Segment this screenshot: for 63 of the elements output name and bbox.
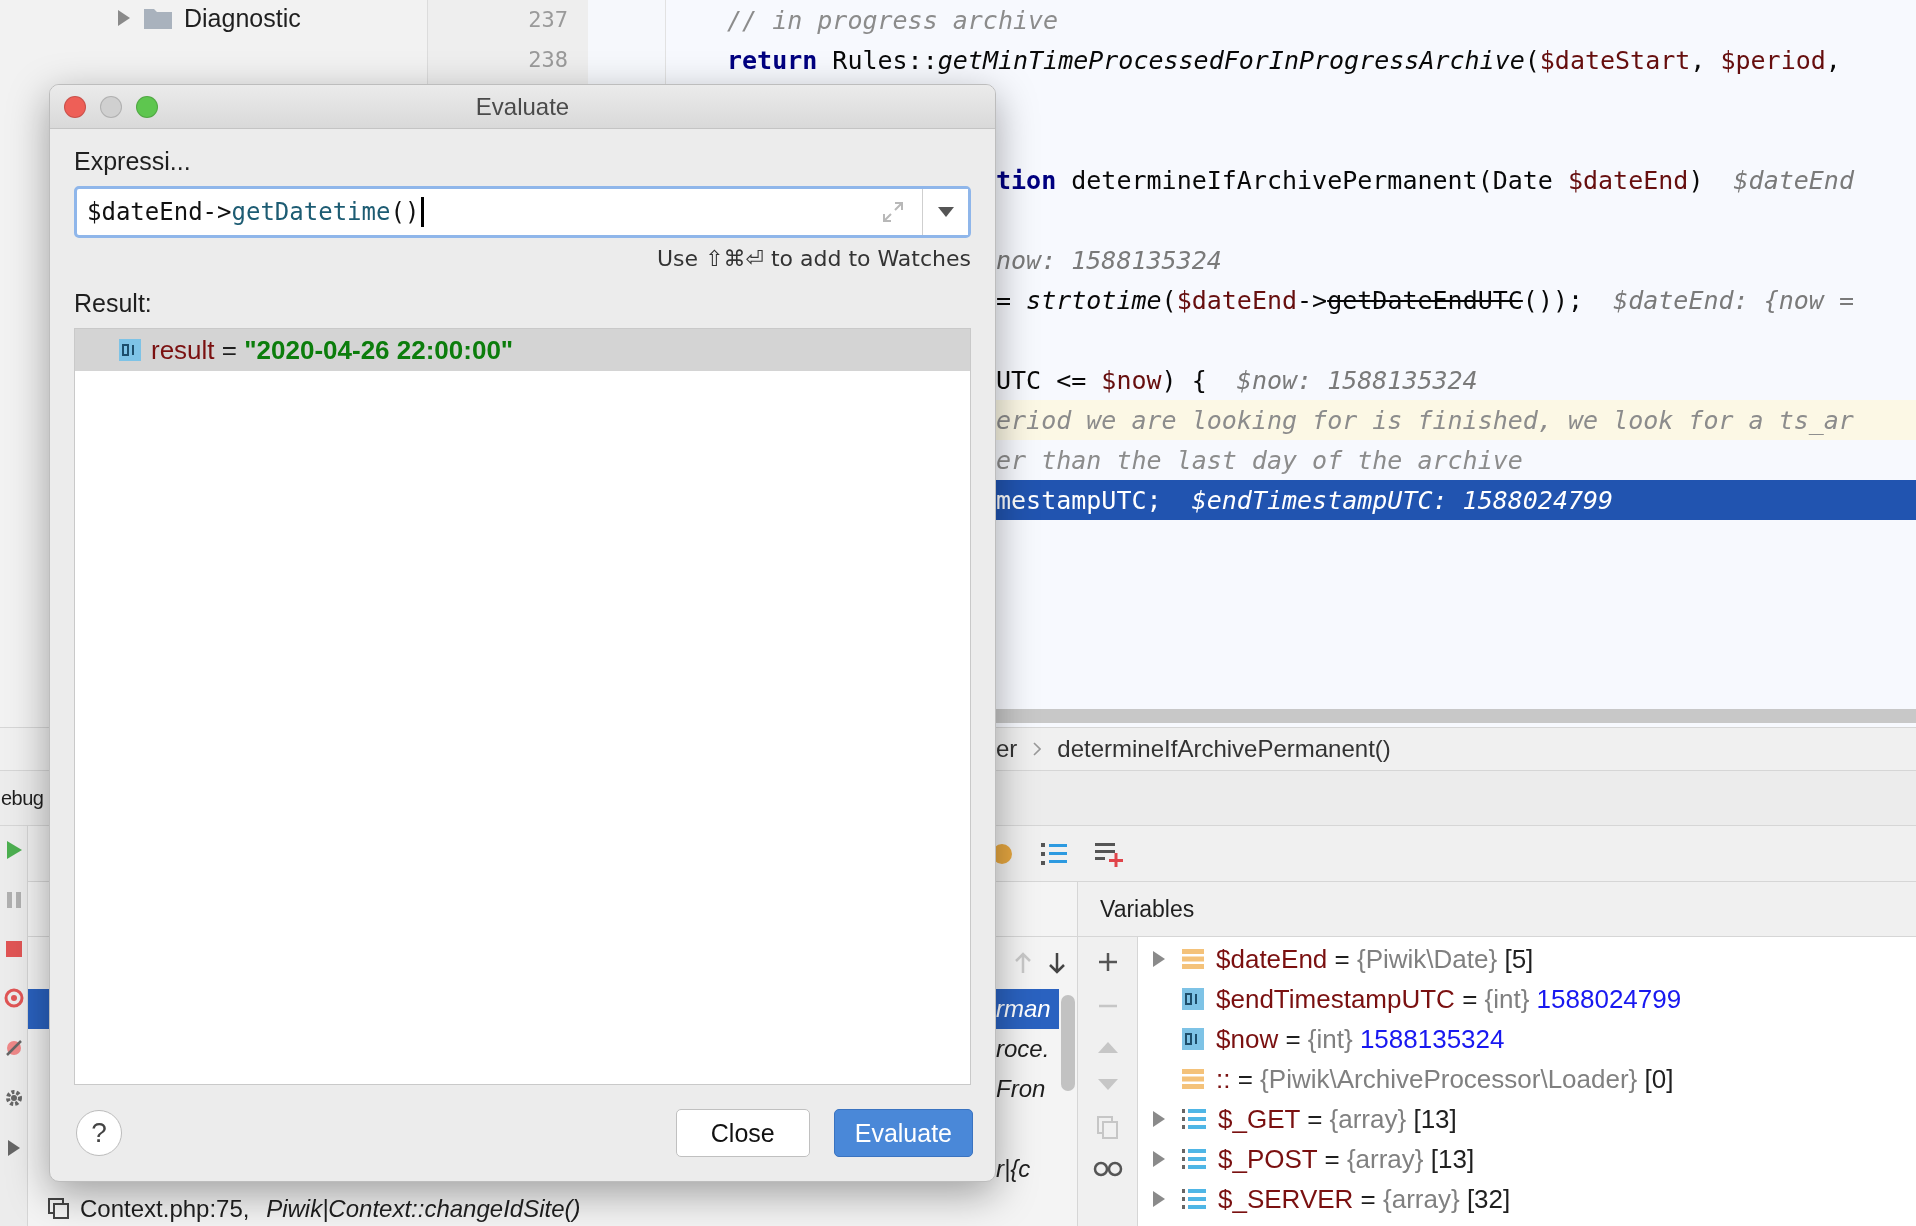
breakpoints-icon[interactable] — [3, 988, 24, 1008]
variable-entry[interactable]: $_GET = {array} [13] — [1218, 1103, 1457, 1135]
settings-icon[interactable] — [3, 1088, 24, 1108]
result-label: Result: — [74, 289, 153, 318]
expand-icon[interactable] — [882, 201, 904, 223]
code-line: tion determineIfArchivePermanent(Date $dateEnd) $dateEnd — [996, 165, 1854, 195]
result-row[interactable]: result = "2020-04-26 22:00:00" — [75, 329, 970, 371]
line-number: 238 — [527, 46, 568, 74]
collapsed-arrow-icon[interactable] — [1151, 1109, 1167, 1129]
tree-item[interactable]: Diagnostic — [184, 3, 301, 33]
tool-window-title: ebug — [1, 786, 44, 810]
collapsed-arrow-icon[interactable] — [1151, 1149, 1167, 1169]
collapsed-arrow-icon[interactable] — [1151, 949, 1167, 969]
primary-button[interactable]: Evaluate — [833, 1109, 973, 1157]
add-icon[interactable] — [1096, 951, 1119, 973]
down-arrow-icon[interactable] — [1047, 951, 1067, 975]
close-window-button[interactable] — [64, 96, 86, 118]
code-line: now: 1588135324 — [996, 245, 1222, 275]
breadcrumb-item[interactable]: er — [996, 735, 1018, 763]
help-button[interactable]: ? — [76, 1110, 122, 1156]
collapsed-arrow-icon[interactable] — [116, 9, 132, 27]
frame-icon — [48, 1198, 70, 1220]
array-type-icon — [1182, 1187, 1206, 1211]
resume-icon[interactable] — [4, 840, 23, 860]
code-line: return Rules::getMinTimeProcessedForInProgressArchive($dateStart, $period, — [727, 45, 1841, 75]
secondary-button[interactable]: Close — [675, 1109, 810, 1157]
code-line: // in progress archive — [727, 5, 1059, 35]
code-line: UTC <= $now) { $now: 1588135324 — [996, 365, 1478, 395]
object-type-icon — [1182, 1068, 1204, 1090]
code-line: mestampUTC; $endTimestampUTC: 1588024799 — [996, 485, 1614, 515]
code-line: er than the last day of the archive — [996, 445, 1523, 475]
variable-entry[interactable]: $now = {int} 1588135324 — [1216, 1023, 1505, 1055]
line-number: 237 — [527, 6, 568, 34]
stop-icon[interactable] — [4, 940, 23, 958]
object-type-icon — [1182, 948, 1204, 970]
code-line: eriod we are looking for is finished, we look for a ts_ar — [996, 405, 1854, 435]
variable-entry[interactable]: :: = {Piwik\ArchiveProcessor\Loader} [0] — [1216, 1063, 1674, 1095]
caret-icon — [937, 207, 954, 217]
int-type-icon — [1182, 1028, 1204, 1050]
shortcut-hint: Use ⇧⌘⏎ to add to Watches — [657, 246, 971, 271]
variable-entry[interactable]: $dateEnd = {Piwik\Date} [5] — [1216, 943, 1534, 975]
pause-icon[interactable] — [4, 890, 23, 910]
panel-title: Variables — [1100, 895, 1195, 923]
stack-frame[interactable]: Context.php:75, Piwik|Context::changeIdSite() — [28, 1189, 1059, 1226]
array-type-icon — [1182, 1147, 1206, 1171]
variable-entry[interactable]: $_POST = {array} [13] — [1218, 1143, 1475, 1175]
folder-icon — [144, 7, 172, 29]
chevron-icon — [1033, 742, 1042, 756]
zoom-button[interactable] — [136, 96, 158, 118]
history-dropdown[interactable] — [922, 189, 968, 235]
int-type-icon — [1182, 988, 1204, 1010]
variable-entry[interactable]: $endTimestampUTC = {int} 1588024799 — [1216, 983, 1682, 1015]
field-label: Expressi... — [74, 147, 192, 176]
variable-entry[interactable]: $_SERVER = {array} [32] — [1218, 1183, 1511, 1215]
scrollbar-thumb[interactable] — [1061, 995, 1075, 1091]
glasses-icon[interactable] — [1092, 1161, 1123, 1177]
int-type-icon — [119, 339, 141, 361]
dialog-title: Evaluate — [475, 92, 570, 121]
expression-field[interactable]: $dateEnd->getDatetime() — [74, 186, 971, 238]
collapsed-arrow-icon[interactable] — [1151, 1189, 1167, 1209]
array-type-icon — [1182, 1107, 1206, 1131]
code-line: = strtotime($dateEnd->getDateEndUTC()); $dateEnd: {now = — [996, 285, 1854, 315]
breadcrumb-item[interactable]: determineIfArchivePermanent() — [1057, 735, 1391, 763]
